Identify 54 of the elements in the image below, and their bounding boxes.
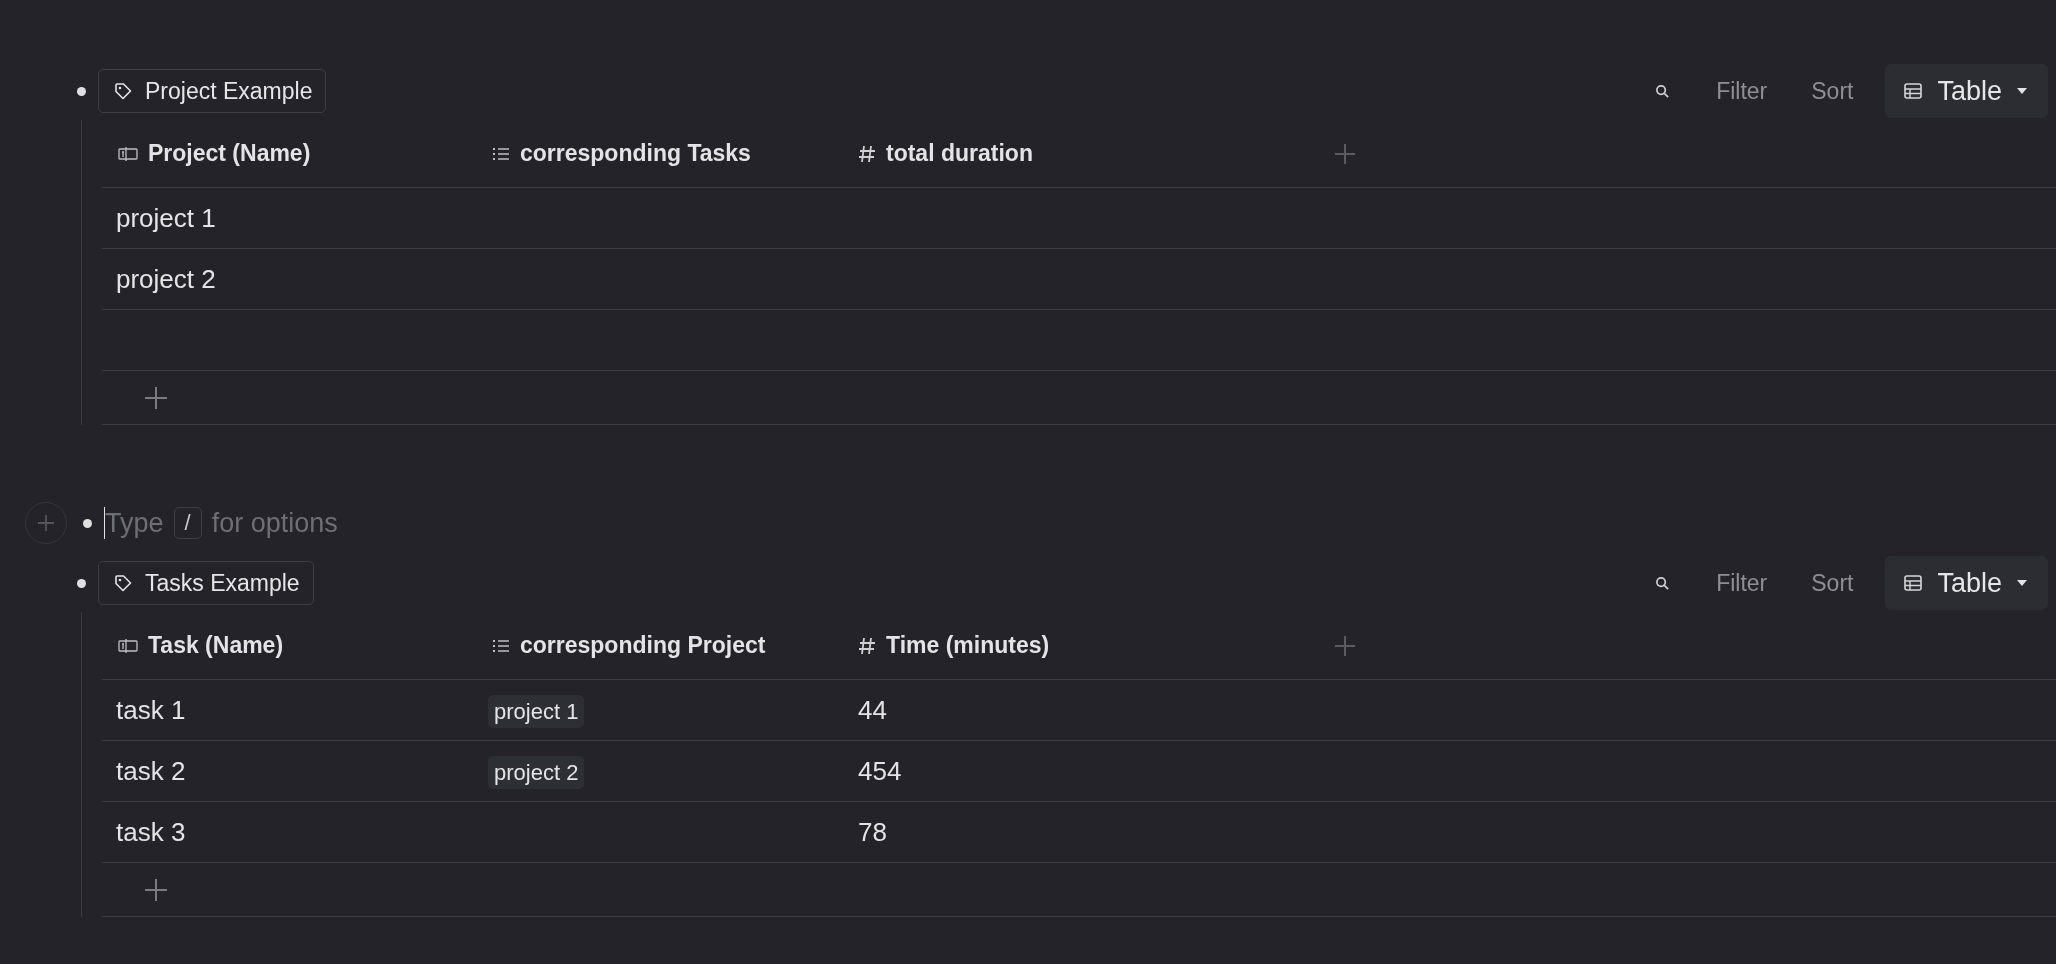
view-dropdown[interactable]: Table xyxy=(1885,556,2048,610)
relation-chip[interactable]: project 1 xyxy=(488,694,585,728)
column-header[interactable]: Time (minutes) xyxy=(852,632,1222,659)
relation-chip[interactable]: project 2 xyxy=(488,755,585,789)
column-header[interactable]: Task (Name) xyxy=(102,632,482,659)
table-cell: task 2 xyxy=(116,755,186,786)
table-row[interactable]: task 3 78 xyxy=(102,802,2056,863)
table-cell: 78 xyxy=(858,816,887,847)
add-column-icon[interactable] xyxy=(1334,634,1356,657)
table-icon xyxy=(1903,573,1924,593)
tag-icon xyxy=(113,81,133,101)
column-header[interactable]: total duration xyxy=(852,140,1222,167)
table-cell: project 2 xyxy=(116,263,216,294)
database-title-tag[interactable]: Project Example xyxy=(98,69,327,113)
tag-icon xyxy=(113,573,133,593)
table-icon xyxy=(1903,81,1924,101)
add-column-icon[interactable] xyxy=(1334,142,1356,165)
caret-icon xyxy=(2016,87,2028,95)
filter-button[interactable]: Filter xyxy=(1694,69,1790,113)
bullet-icon xyxy=(77,86,86,96)
text-field-icon xyxy=(118,637,138,654)
text-field-icon xyxy=(118,145,138,162)
database-title-tag[interactable]: Tasks Example xyxy=(98,561,314,605)
column-header[interactable]: corresponding Tasks xyxy=(482,140,852,167)
bullet-icon xyxy=(77,578,86,588)
list-icon xyxy=(492,145,510,162)
table-row[interactable]: project 1 xyxy=(102,188,2056,249)
table-cell: task 1 xyxy=(116,694,186,725)
placeholder-text: for options xyxy=(211,507,338,539)
search-icon xyxy=(1655,83,1671,99)
add-row-icon[interactable] xyxy=(144,385,168,410)
list-icon xyxy=(492,637,510,654)
view-dropdown[interactable]: Table xyxy=(1885,64,2048,118)
table-row[interactable]: project 2 xyxy=(102,249,2056,310)
table-row[interactable]: task 1 project 1 44 xyxy=(102,680,2056,741)
sort-button[interactable]: Sort xyxy=(1789,69,1876,113)
placeholder-text: Type xyxy=(105,507,164,539)
sort-button[interactable]: Sort xyxy=(1789,561,1876,605)
table-cell: 454 xyxy=(858,755,902,786)
hash-icon xyxy=(858,143,876,164)
column-header[interactable]: Project (Name) xyxy=(102,140,482,167)
hash-icon xyxy=(858,635,876,656)
table-row[interactable]: task 2 project 2 454 xyxy=(102,741,2056,802)
table-cell: 44 xyxy=(858,694,887,725)
bullet-icon xyxy=(83,518,92,528)
plus-icon xyxy=(36,513,56,533)
filter-button[interactable]: Filter xyxy=(1694,561,1790,605)
column-header[interactable]: corresponding Project xyxy=(482,632,852,659)
table-cell: task 3 xyxy=(116,816,186,847)
search-icon xyxy=(1655,575,1671,591)
caret-icon xyxy=(2016,579,2028,587)
table-cell: project 1 xyxy=(116,202,216,233)
add-row-icon[interactable] xyxy=(144,877,168,902)
key-hint: / xyxy=(173,507,202,539)
